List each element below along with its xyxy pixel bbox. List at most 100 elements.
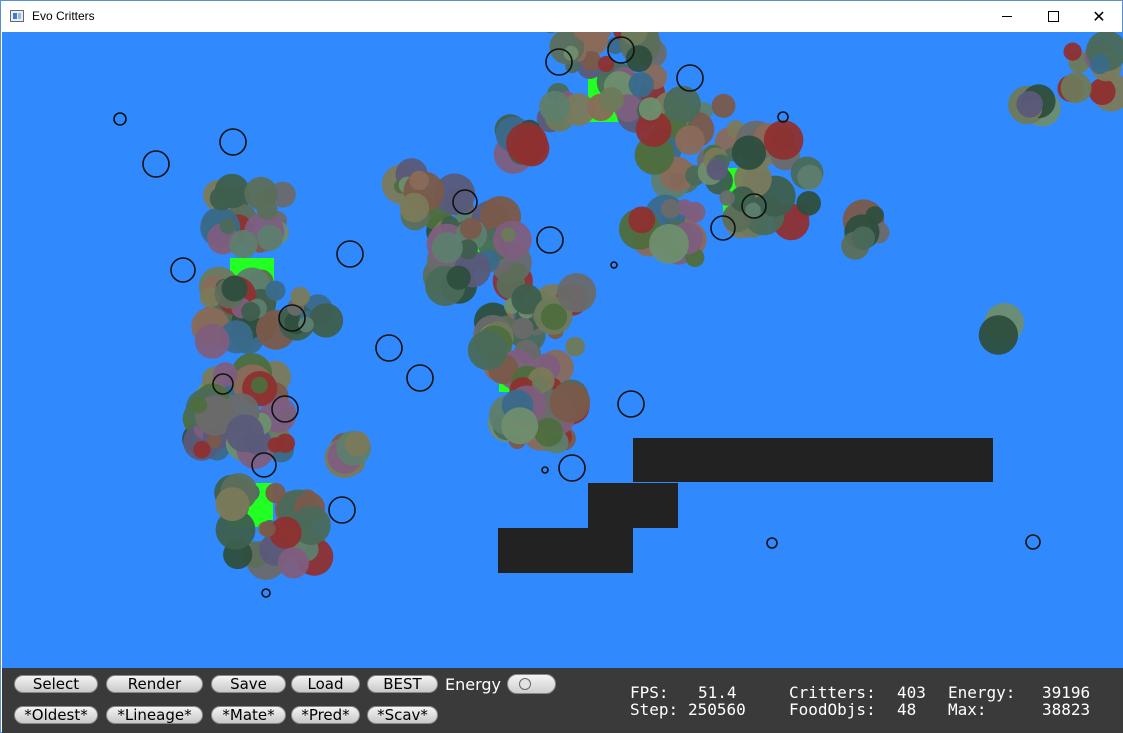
- critter: [851, 226, 875, 250]
- scavenger-ring: [610, 261, 618, 269]
- critter: [501, 407, 539, 445]
- critter: [265, 280, 286, 301]
- critter: [539, 90, 571, 123]
- critter: [649, 224, 689, 264]
- maximize-button[interactable]: [1030, 1, 1076, 32]
- pred-button[interactable]: *Pred*: [291, 706, 360, 724]
- scavenger-ring: [375, 334, 403, 362]
- minimize-button[interactable]: [984, 1, 1030, 32]
- render-button[interactable]: Render: [106, 675, 203, 693]
- energy-toggle[interactable]: [507, 674, 556, 694]
- critter: [534, 418, 563, 447]
- critter: [598, 87, 624, 113]
- critter: [241, 302, 261, 322]
- critter: [209, 186, 234, 211]
- critter: [556, 273, 597, 313]
- critter: [711, 93, 736, 118]
- oldest-button[interactable]: *Oldest*: [14, 706, 98, 724]
- critter: [446, 265, 471, 290]
- critter: [719, 190, 735, 206]
- critter: [277, 547, 309, 579]
- critter: [257, 225, 283, 251]
- critter: [1089, 54, 1110, 75]
- critter: [549, 381, 591, 423]
- critter: [796, 191, 821, 216]
- save-button[interactable]: Save: [211, 675, 286, 693]
- scavenger-ring: [261, 588, 271, 598]
- obstacle-wall: [498, 528, 633, 573]
- critter: [565, 336, 585, 357]
- critter: [1016, 91, 1043, 118]
- critter: [467, 330, 508, 371]
- step-value: 250560: [688, 700, 746, 719]
- scavenger-ring: [617, 390, 645, 418]
- scavenger-ring: [336, 240, 364, 268]
- max-value: 38823: [1042, 700, 1091, 719]
- world-view: [113, 32, 1123, 598]
- obstacle-wall: [588, 483, 678, 528]
- scavenger-ring: [1025, 534, 1041, 550]
- mate-button[interactable]: *Mate*: [211, 706, 286, 724]
- critter: [409, 170, 429, 191]
- lineage-button[interactable]: *Lineage*: [106, 706, 203, 724]
- critter: [267, 437, 283, 453]
- critters-value: 403: [897, 683, 926, 702]
- simulation-canvas[interactable]: [2, 32, 1123, 668]
- critter: [865, 206, 884, 225]
- scavenger-ring: [113, 112, 127, 126]
- window-title: Evo Critters: [32, 9, 95, 23]
- critter: [797, 164, 823, 190]
- critter: [512, 317, 534, 339]
- critter: [194, 323, 230, 359]
- critter: [225, 414, 264, 453]
- critter: [298, 316, 314, 333]
- step-label: Step:: [630, 700, 679, 719]
- critter: [638, 97, 662, 121]
- scavenger-ring: [536, 226, 564, 254]
- scav-button[interactable]: *Scav*: [367, 706, 438, 724]
- title-bar[interactable]: Evo Critters ✕: [1, 1, 1122, 32]
- critter: [290, 286, 310, 307]
- critter: [978, 315, 1019, 355]
- toggle-knob-icon: [519, 678, 531, 690]
- foodobjs-label: FoodObjs:: [789, 700, 876, 719]
- critter: [663, 85, 701, 124]
- critter: [229, 230, 258, 259]
- energy-toggle-label: Energy: [445, 675, 502, 694]
- critter: [1088, 78, 1116, 105]
- critter: [706, 158, 728, 181]
- scavenger-ring: [170, 257, 196, 283]
- select-button[interactable]: Select: [14, 675, 98, 693]
- scavenger-ring: [219, 128, 247, 156]
- control-bar: Select Render Save Load BEST Energy *Old…: [2, 668, 1123, 733]
- fps-value: 51.4: [698, 683, 737, 702]
- maximize-icon: [1047, 11, 1059, 22]
- app-window: Evo Critters ✕ Select Render Save Load B…: [0, 0, 1123, 733]
- max-label: Max:: [948, 700, 987, 719]
- critter: [219, 218, 236, 235]
- critter: [540, 303, 568, 330]
- load-button[interactable]: Load: [291, 675, 360, 693]
- critter: [660, 198, 681, 219]
- critter: [763, 120, 804, 160]
- critter: [344, 431, 370, 457]
- critter: [1063, 42, 1082, 61]
- scavenger-ring: [558, 454, 586, 482]
- critter: [1060, 72, 1092, 104]
- critter: [731, 135, 767, 170]
- critter: [675, 125, 705, 155]
- scavenger-ring: [142, 150, 170, 178]
- critter: [251, 376, 268, 394]
- minimize-icon: [1002, 16, 1012, 17]
- critter: [190, 396, 208, 414]
- scavenger-ring: [406, 364, 434, 392]
- critter: [256, 199, 278, 220]
- scavenger-ring: [328, 496, 356, 524]
- obstacle-layer: [498, 438, 993, 573]
- close-icon: ✕: [1092, 6, 1106, 26]
- energy-stat-label: Energy:: [948, 683, 1016, 702]
- foodobjs-value: 48: [897, 700, 917, 719]
- close-button[interactable]: ✕: [1076, 1, 1122, 32]
- best-button[interactable]: BEST: [367, 675, 438, 693]
- fps-label: FPS:: [630, 683, 669, 702]
